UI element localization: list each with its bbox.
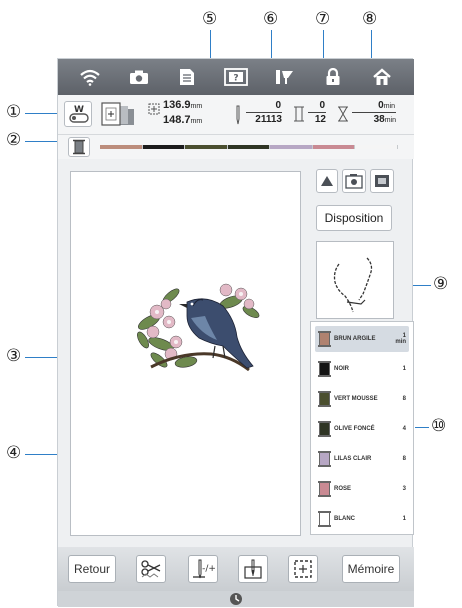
svg-text:?: ? <box>233 74 238 84</box>
embroidery-screen: ? W 136.9mm 148.7mm 0 21113 0 12 0min 38… <box>57 58 414 607</box>
progress-segment <box>355 145 397 149</box>
thread-row[interactable]: NOIR 1 <box>315 356 409 382</box>
clock-icon <box>230 593 242 605</box>
bottom-toolbar: Retour -/+ Mémoire <box>58 547 414 591</box>
progress-segment <box>185 145 227 149</box>
thread-row[interactable]: BRUN ARGILE 1 min <box>315 326 409 352</box>
hourglass-icon <box>338 106 348 127</box>
spool-icon <box>294 106 304 127</box>
thread-stitch-time: 8 <box>402 456 406 462</box>
progress-segment <box>227 145 270 149</box>
callout-9: ⑨ <box>433 274 449 294</box>
needle-icon <box>233 105 243 130</box>
thread-stitch-time: 8 <box>402 396 406 402</box>
sewing-progress-bar <box>100 145 398 149</box>
top-toolbar: ? <box>58 59 414 95</box>
thread-swatch-icon <box>318 391 331 407</box>
thread-icon[interactable] <box>272 65 298 89</box>
callout-8: ⑧ <box>362 9 378 29</box>
move-up-button[interactable] <box>316 169 338 193</box>
help-icon[interactable]: ? <box>223 65 249 89</box>
progress-segment <box>142 145 185 149</box>
progress-segment <box>270 145 312 149</box>
thread-swatch-icon <box>318 511 331 527</box>
thread-color-list[interactable]: BRUN ARGILE 1 min NOIR 1 VERT MOUSSE 8 OLIVE FO… <box>310 321 414 535</box>
callout-7: ⑦ <box>315 9 331 29</box>
callout-6: ⑥ <box>263 9 279 29</box>
thread-stitch-time: 1 <box>402 366 406 372</box>
disposition-button[interactable]: Disposition <box>316 205 392 231</box>
embroidery-info-row: W 136.9mm 148.7mm 0 21113 0 12 0min 38mi… <box>58 95 414 135</box>
background-image-button[interactable] <box>370 169 394 193</box>
trial-area-icon[interactable] <box>288 555 318 583</box>
thread-swatch-icon <box>318 421 331 437</box>
thread-name: BLANC <box>334 516 355 522</box>
preview-outline <box>333 257 373 313</box>
thread-swatch-icon <box>318 361 331 377</box>
progress-segment <box>312 145 355 149</box>
thread-name: VERT MOUSSE <box>334 396 378 402</box>
start-position-icon[interactable] <box>238 555 268 583</box>
document-icon[interactable] <box>174 65 200 89</box>
progress-row <box>58 135 414 159</box>
thread-stitch-time: 3 <box>402 486 406 492</box>
thread-stitch-time: 1 <box>402 516 406 522</box>
svg-text:-/+: -/+ <box>202 564 215 574</box>
thread-row[interactable]: VERT MOUSSE 8 <box>315 386 409 412</box>
thread-spool-button[interactable] <box>68 137 90 157</box>
thread-row[interactable]: ROSE 3 <box>315 476 409 502</box>
embroidery-canvas <box>70 171 301 536</box>
lock-icon[interactable] <box>320 65 346 89</box>
pattern-preview <box>316 241 394 319</box>
thread-name: OLIVE FONCÉ <box>334 426 375 432</box>
pattern-width: 136.9mm <box>163 99 203 111</box>
thread-row[interactable]: OLIVE FONCÉ 4 <box>315 416 409 442</box>
callout-4: ④ <box>6 443 22 463</box>
tension-icon[interactable]: -/+ <box>188 555 218 583</box>
callout-2: ② <box>6 130 22 150</box>
thread-row[interactable]: BLANC 1 <box>315 506 409 532</box>
thread-name: LILAS CLAIR <box>334 456 372 462</box>
callout-5: ⑤ <box>202 9 218 29</box>
color-counter: 0 12 <box>308 100 326 125</box>
thread-cut-icon[interactable] <box>136 555 166 583</box>
frame-type-button[interactable]: W <box>64 101 92 127</box>
callout-line-1 <box>25 113 61 114</box>
thread-stitch-time: 1 min <box>395 333 406 345</box>
stitch-counter: 0 21113 <box>246 100 282 125</box>
thread-swatch-icon <box>318 451 331 467</box>
thread-swatch-icon <box>318 331 331 347</box>
callout-10: ⑩ <box>431 416 447 436</box>
thread-name: BRUN ARGILE <box>334 336 376 342</box>
camera-icon[interactable] <box>126 65 152 89</box>
memoire-button[interactable]: Mémoire <box>342 555 400 583</box>
camera-scan-button[interactable] <box>342 169 366 193</box>
callout-1: ① <box>6 102 22 122</box>
thread-swatch-icon <box>318 481 331 497</box>
home-icon[interactable] <box>369 65 395 89</box>
size-icon <box>148 102 160 120</box>
time-counter: 0min 38min <box>352 100 396 125</box>
wifi-icon[interactable] <box>77 65 103 89</box>
thread-row[interactable]: LILAS CLAIR 8 <box>315 446 409 472</box>
pattern-height: 148.7mm <box>163 114 203 126</box>
hoop-size-indicator <box>98 99 138 131</box>
bird-pattern <box>137 283 260 372</box>
progress-segment <box>100 145 142 149</box>
thread-name: ROSE <box>334 486 352 492</box>
thread-name: NOIR <box>334 366 349 372</box>
callout-line-10 <box>415 427 429 428</box>
callout-3: ③ <box>6 346 22 366</box>
thread-stitch-time: 4 <box>402 426 406 432</box>
status-footer <box>58 591 414 607</box>
retour-button[interactable]: Retour <box>68 555 116 583</box>
